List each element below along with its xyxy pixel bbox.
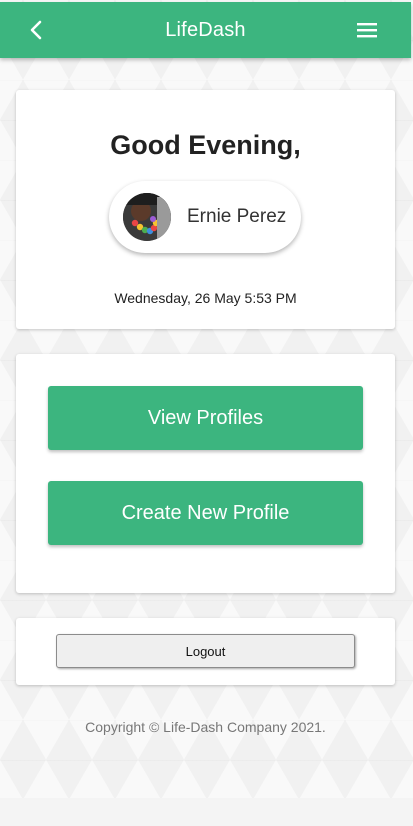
bottom-strip (0, 798, 413, 826)
current-datetime: Wednesday, 26 May 5:53 PM (114, 290, 297, 306)
menu-button[interactable] (355, 18, 379, 42)
app-title: LifeDash (165, 18, 246, 41)
copyright-text: Copyright © Life-Dash Company 2021. (85, 719, 326, 735)
user-name: Ernie Perez (187, 206, 287, 227)
view-profiles-button[interactable]: View Profiles (48, 386, 363, 450)
greeting-card: Good Evening, Ernie Perez Wednesday, 26 … (16, 90, 395, 329)
actions-card: View Profiles Create New Profile (16, 354, 395, 593)
avatar-picture (123, 193, 171, 241)
app-bar: LifeDash (0, 2, 411, 58)
logout-card: Logout (16, 618, 395, 685)
create-new-profile-button[interactable]: Create New Profile (48, 481, 363, 545)
greeting-heading: Good Evening, (110, 130, 301, 160)
chevron-left-icon (30, 20, 42, 40)
back-button[interactable] (22, 16, 50, 44)
user-avatar (123, 193, 171, 241)
user-chip[interactable]: Ernie Perez (109, 181, 301, 253)
hamburger-menu-icon (357, 23, 377, 38)
logout-button[interactable]: Logout (56, 634, 355, 668)
